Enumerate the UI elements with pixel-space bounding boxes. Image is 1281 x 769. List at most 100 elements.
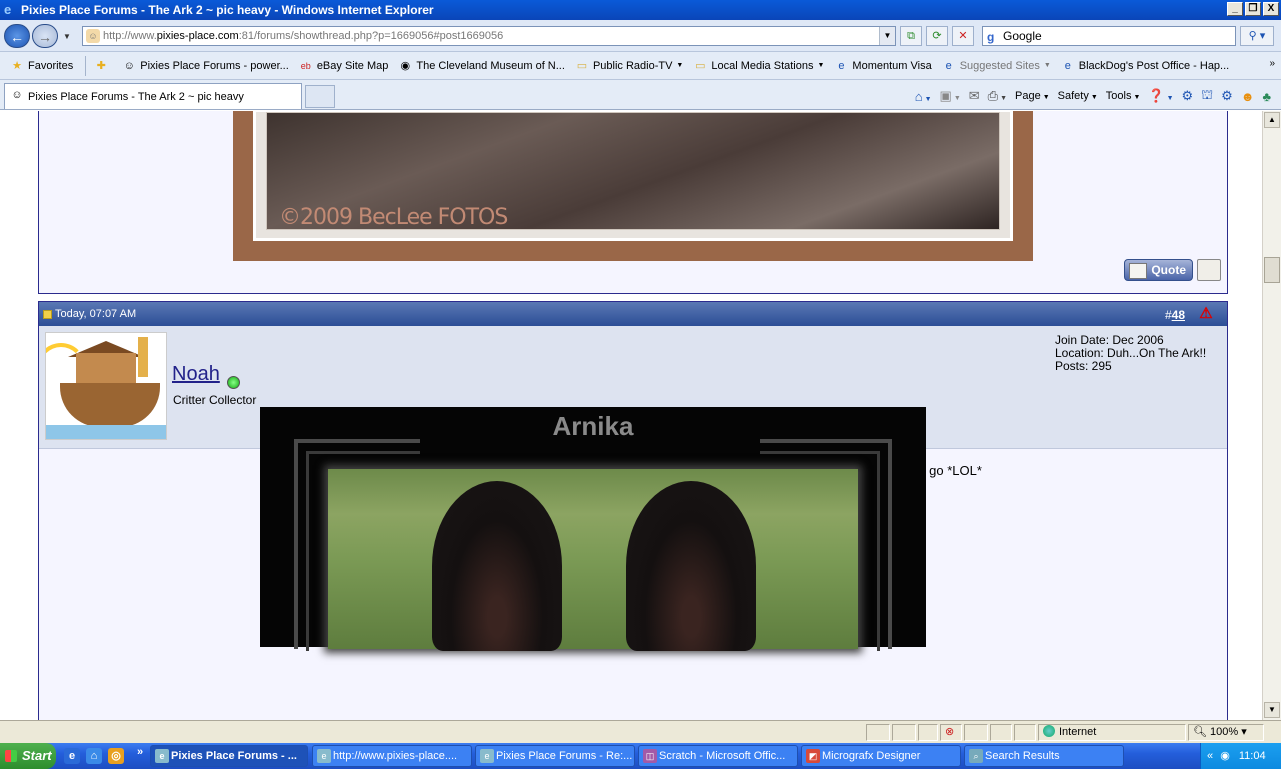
status-cell (918, 724, 938, 741)
cat-photo: ©2009 BecLee FOTOS (233, 111, 1033, 261)
search-value: Google (1003, 29, 1042, 43)
quicklaunch-media-icon[interactable]: ◎ (108, 748, 124, 764)
add-favorite-button[interactable]: ✚ (94, 59, 112, 73)
tab-pixies[interactable]: ☺ Pixies Place Forums - The Ark 2 ~ pic … (4, 83, 302, 109)
home-icon[interactable]: ⌂ ▼ (915, 89, 932, 104)
task-search-results[interactable]: ⌕ Search Results (964, 745, 1124, 767)
ie-icon: e (155, 749, 169, 763)
tools-menu-label: Tools (1105, 90, 1132, 102)
fav-link-cleveland[interactable]: ◉ The Cleveland Museum of N... (398, 59, 565, 73)
quicklaunch-more-icon[interactable]: » (137, 746, 143, 758)
mail-icon[interactable]: ✉ (969, 88, 980, 104)
start-button[interactable]: Start (0, 743, 56, 769)
gear-icon[interactable]: ⚙ (1182, 88, 1194, 104)
fav-link-label: Local Media Stations (711, 59, 814, 72)
favorites-button[interactable]: ★ Favorites (10, 59, 73, 73)
taskbar: Start e ⌂ ◎ » e Pixies Place Forums - ...… (0, 743, 1281, 769)
refresh-icon[interactable]: ⟳ (926, 26, 948, 46)
task-pixies-reply[interactable]: e Pixies Place Forums - Re:... (475, 745, 635, 767)
chevron-down-icon: ▼ (676, 62, 684, 69)
tools-menu[interactable]: Tools ▼ (1106, 90, 1141, 102)
print-icon[interactable]: ⎙ ▼ (988, 88, 1007, 104)
fav-suggested-sites[interactable]: e Suggested Sites ▼ (942, 59, 1051, 73)
help-icon[interactable]: ❓ ▼ (1148, 88, 1173, 104)
report-post-icon[interactable]: ⚠ (1197, 305, 1215, 323)
fav-link-blackdog[interactable]: e BlackDog's Post Office - Hap... (1061, 59, 1230, 73)
url-host: pixies-place.com (156, 30, 239, 42)
clock[interactable]: 11:04 (1239, 750, 1266, 762)
search-button[interactable]: ⚲ ▾ (1240, 26, 1274, 46)
globe-icon (1043, 725, 1055, 737)
avatar[interactable] (45, 332, 167, 440)
address-dropdown-icon[interactable]: ▼ (879, 27, 895, 45)
history-dropdown-icon[interactable]: ▼ (63, 32, 71, 41)
fav-folder-local-media[interactable]: ▭ Local Media Stations ▼ (693, 59, 824, 73)
forward-button[interactable]: → (32, 24, 58, 48)
page-menu-label: Page (1015, 90, 1041, 102)
tray-expand-icon[interactable]: « (1207, 750, 1213, 762)
photo-image: ©2009 BecLee FOTOS (266, 112, 1000, 230)
security-zone[interactable]: Internet (1038, 724, 1186, 741)
ie-page-icon: e (1064, 59, 1071, 72)
ie-page-icon: e (945, 59, 952, 72)
post-number-link[interactable]: 48 (1172, 308, 1185, 322)
pixies-favicon: ☺ (123, 59, 135, 72)
post-number: #48 (1165, 308, 1185, 322)
safety-menu[interactable]: Safety ▼ (1058, 90, 1098, 102)
toolbar-separator (85, 55, 87, 76)
new-tab-button[interactable] (305, 85, 335, 108)
fav-link-label: Momentum Visa (852, 59, 932, 72)
command-bar: ☺ Pixies Place Forums - The Ark 2 ~ pic … (0, 80, 1281, 110)
popup-blocker-icon[interactable]: ⊗ (940, 724, 962, 741)
url-path: :81/forums/showthread.php?p=1669056#post… (238, 30, 504, 42)
photo-mat: ©2009 BecLee FOTOS (253, 111, 1013, 241)
feeds-icon[interactable]: ▣ ▼ (940, 88, 961, 104)
scroll-thumb[interactable] (1264, 257, 1280, 283)
chevron-right-icon[interactable]: » (1269, 58, 1275, 69)
page-menu[interactable]: Page ▼ (1015, 90, 1050, 102)
task-label: http://www.pixies-place.... (333, 750, 458, 762)
task-micrografx[interactable]: ◩ Micrografx Designer (801, 745, 961, 767)
fav-link-label: Pixies Place Forums - power... (140, 59, 289, 72)
designer-icon: ◩ (806, 749, 820, 763)
fav-link-ebay[interactable]: eb eBay Site Map (299, 59, 389, 73)
chevron-down-icon: ▼ (1043, 62, 1051, 69)
smiley-icon[interactable]: ☻ (1241, 89, 1255, 104)
research-icon[interactable]: ⛫ (1201, 87, 1213, 105)
fav-link-label: eBay Site Map (316, 59, 389, 72)
stop-icon[interactable]: ✕ (952, 26, 974, 46)
fav-link-pixies[interactable]: ☺ Pixies Place Forums - power... (122, 59, 289, 73)
scroll-up-icon[interactable]: ▲ (1264, 112, 1280, 128)
task-scratch-office[interactable]: ◫ Scratch - Microsoft Offic... (638, 745, 798, 767)
site-favicon: ☺ (86, 29, 100, 43)
settings-icon[interactable]: ⚙ (1221, 88, 1233, 104)
username-link[interactable]: Noah (172, 363, 220, 386)
compatibility-view-icon[interactable]: ⧉ (900, 26, 922, 46)
back-button[interactable]: ← (4, 24, 30, 48)
scroll-down-icon[interactable]: ▼ (1264, 702, 1280, 718)
close-button[interactable]: X (1263, 2, 1279, 16)
minimize-button[interactable]: _ (1227, 2, 1243, 16)
restore-button[interactable]: ❐ (1245, 2, 1261, 16)
previous-post: ©2009 BecLee FOTOS Quote (38, 111, 1228, 294)
zoom-level[interactable]: 🔍︎ 100% ▾ (1188, 724, 1264, 741)
task-pixies-url[interactable]: e http://www.pixies-place.... (312, 745, 472, 767)
address-bar[interactable]: ☺ http://www. pixies-place.com:81/forums/… (82, 26, 896, 46)
vertical-scrollbar[interactable]: ▲ ▼ (1262, 111, 1281, 720)
task-pixies-forums[interactable]: e Pixies Place Forums - ... (150, 745, 308, 767)
pixies-favicon: ☺ (11, 88, 23, 101)
fav-folder-public-radio[interactable]: ▭ Public Radio-TV ▼ (575, 59, 684, 73)
messenger-icon[interactable]: ♣ (1262, 89, 1271, 104)
post-count: Posts: 295 (1055, 359, 1112, 373)
quote-button[interactable]: Quote (1124, 259, 1193, 281)
user-title: Critter Collector (173, 393, 257, 407)
ie-icon: e (480, 749, 494, 763)
chevron-down-icon: ▼ (817, 62, 825, 69)
quicklaunch-ie-icon[interactable]: e (64, 748, 80, 764)
avatar-ark (60, 383, 160, 427)
search-input[interactable]: g Google (982, 26, 1236, 46)
multi-quote-button[interactable] (1197, 259, 1221, 281)
fav-link-momentum[interactable]: e Momentum Visa (834, 59, 931, 73)
quicklaunch-desktop-icon[interactable]: ⌂ (86, 748, 102, 764)
tray-app-icon[interactable]: ◉ (1220, 750, 1230, 762)
